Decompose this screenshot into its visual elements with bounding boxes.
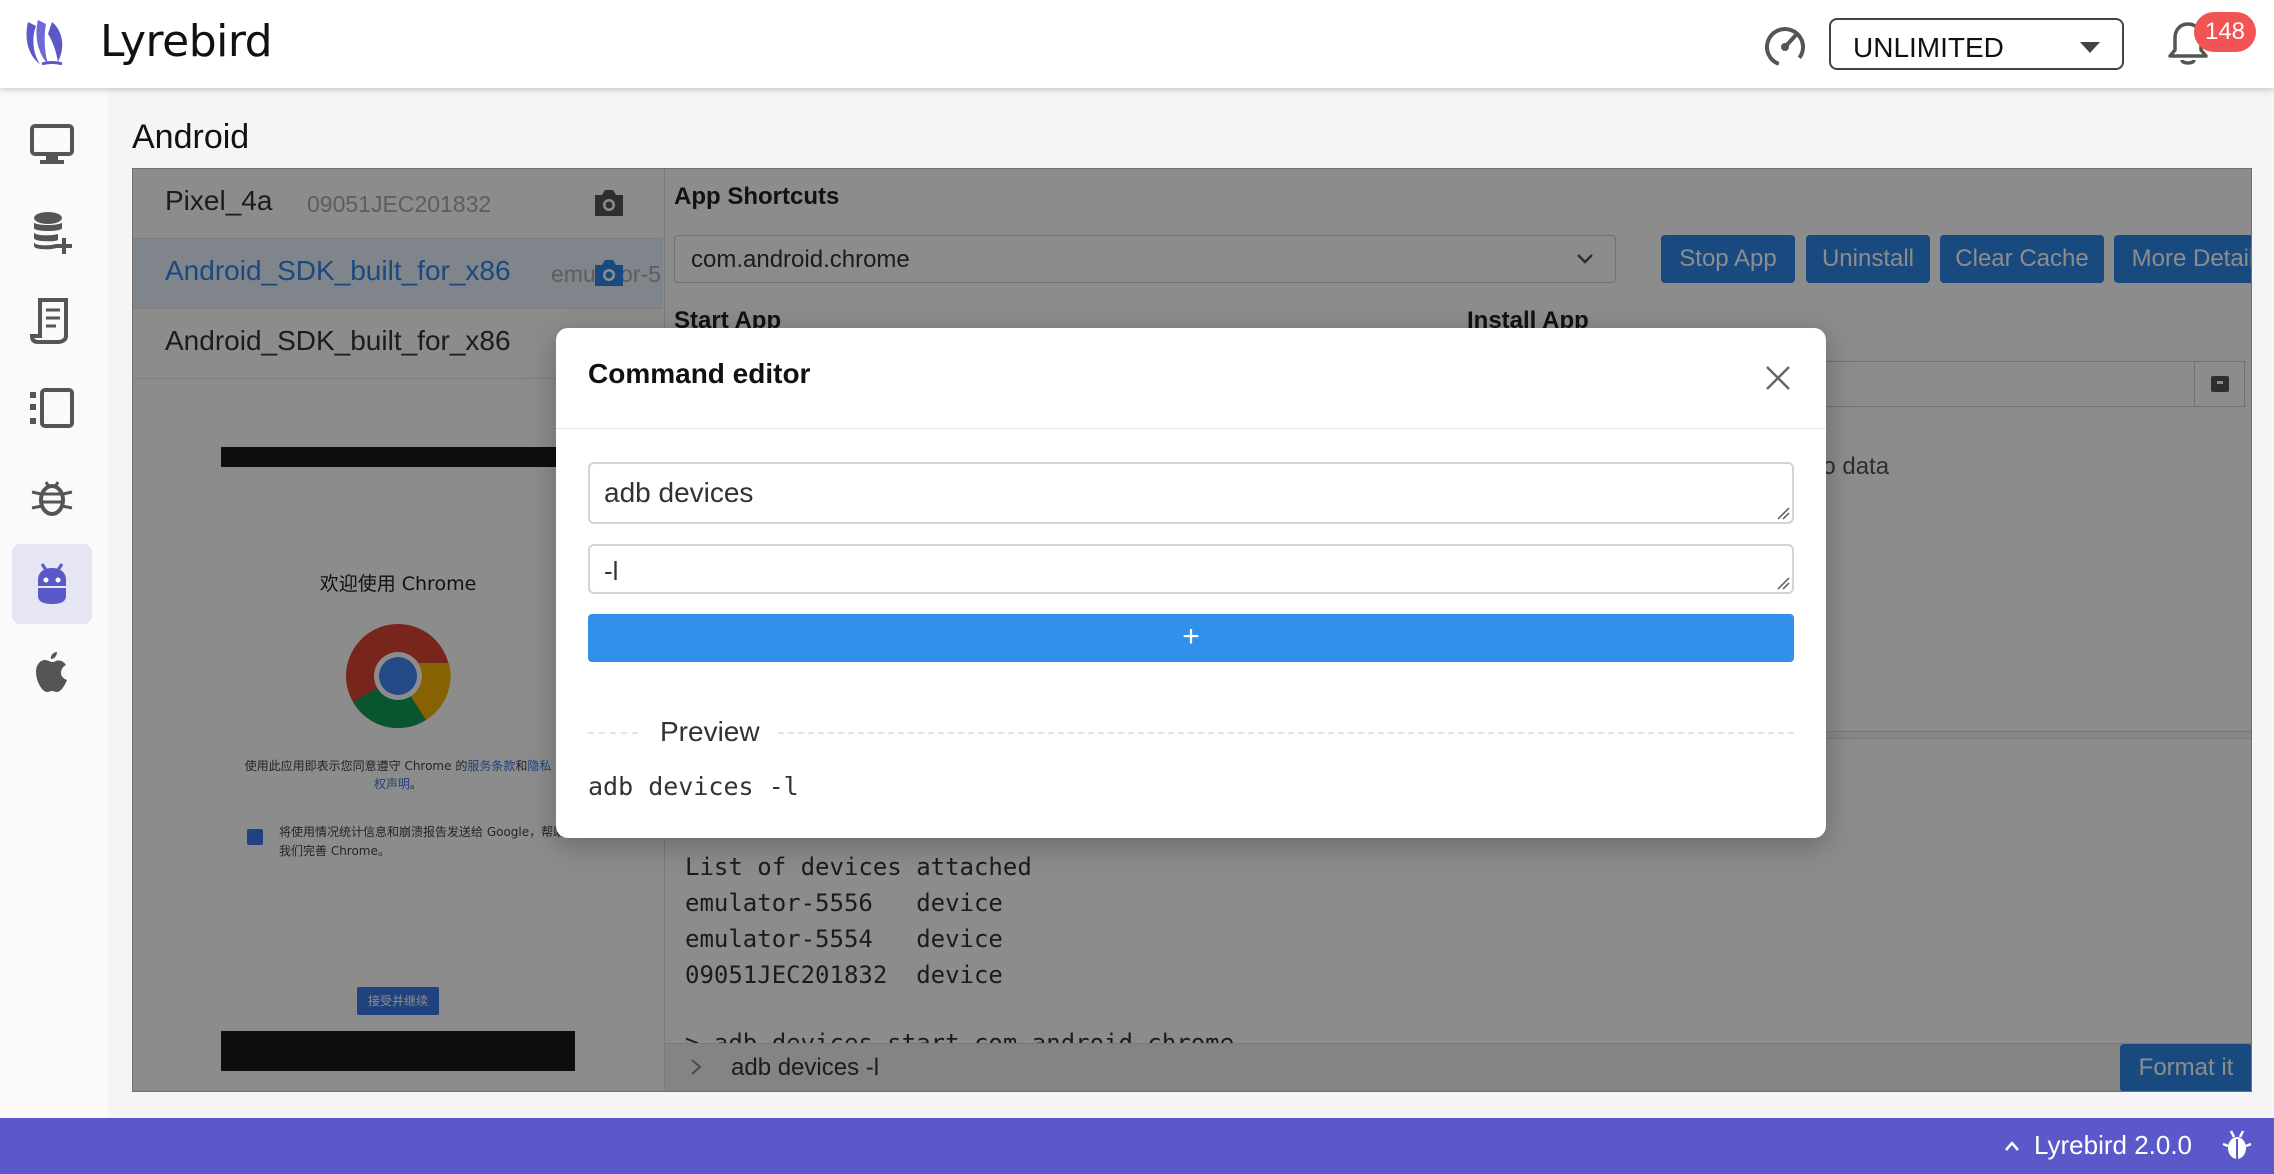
sidebar-item-ios[interactable] — [12, 632, 92, 712]
resize-handle-icon[interactable] — [1774, 574, 1790, 590]
caret-down-icon — [2080, 42, 2100, 53]
resize-handle-icon[interactable] — [1774, 504, 1790, 520]
sidebar-item-checker[interactable] — [12, 280, 92, 360]
preview-divider-left — [588, 732, 638, 734]
sidebar — [0, 88, 108, 1118]
argument-text: -l — [604, 556, 619, 586]
top-bar: Lyrebird UNLIMITED 148 — [0, 0, 2274, 88]
status-footer: Lyrebird 2.0.0 — [0, 1118, 2274, 1174]
sidebar-item-timeline[interactable] — [12, 368, 92, 448]
command-textarea[interactable]: adb devices — [588, 462, 1794, 524]
network-speed-select[interactable]: UNLIMITED — [1829, 18, 2124, 70]
bug-icon[interactable] — [2222, 1128, 2252, 1162]
add-argument-button[interactable]: + — [588, 614, 1794, 662]
lyrebird-logo-icon[interactable] — [22, 16, 70, 68]
command-text: adb devices — [604, 477, 754, 508]
apple-icon — [36, 652, 67, 692]
document-icon — [29, 298, 68, 344]
close-icon[interactable] — [1764, 364, 1792, 392]
monitor-icon — [30, 124, 74, 164]
command-editor-modal: Command editor adb devices -l + Preview … — [556, 328, 1826, 838]
network-speed-value: UNLIMITED — [1853, 32, 2004, 63]
app-title: Lyrebird — [100, 16, 273, 67]
android-icon — [38, 563, 66, 604]
notification-badge: 148 — [2194, 12, 2256, 52]
preview-command: adb devices -l — [588, 772, 799, 801]
sidebar-item-bugs[interactable] — [12, 456, 92, 536]
preview-divider-right — [778, 732, 1794, 734]
preview-label: Preview — [660, 716, 760, 747]
version-label[interactable]: Lyrebird 2.0.0 — [2034, 1130, 2192, 1161]
sidebar-item-android[interactable] — [12, 544, 92, 624]
argument-textarea[interactable]: -l — [588, 544, 1794, 594]
timeline-icon — [30, 388, 74, 428]
sidebar-item-datamanager[interactable] — [12, 192, 92, 272]
database-add-icon — [34, 212, 72, 254]
chevron-up-icon[interactable] — [2004, 1138, 2020, 1154]
modal-divider — [556, 428, 1826, 429]
bug-icon — [31, 481, 73, 516]
page-title: Android — [132, 118, 250, 156]
sidebar-item-inspector[interactable] — [12, 104, 92, 184]
modal-title: Command editor — [588, 358, 811, 389]
speedometer-icon — [1765, 27, 1805, 67]
